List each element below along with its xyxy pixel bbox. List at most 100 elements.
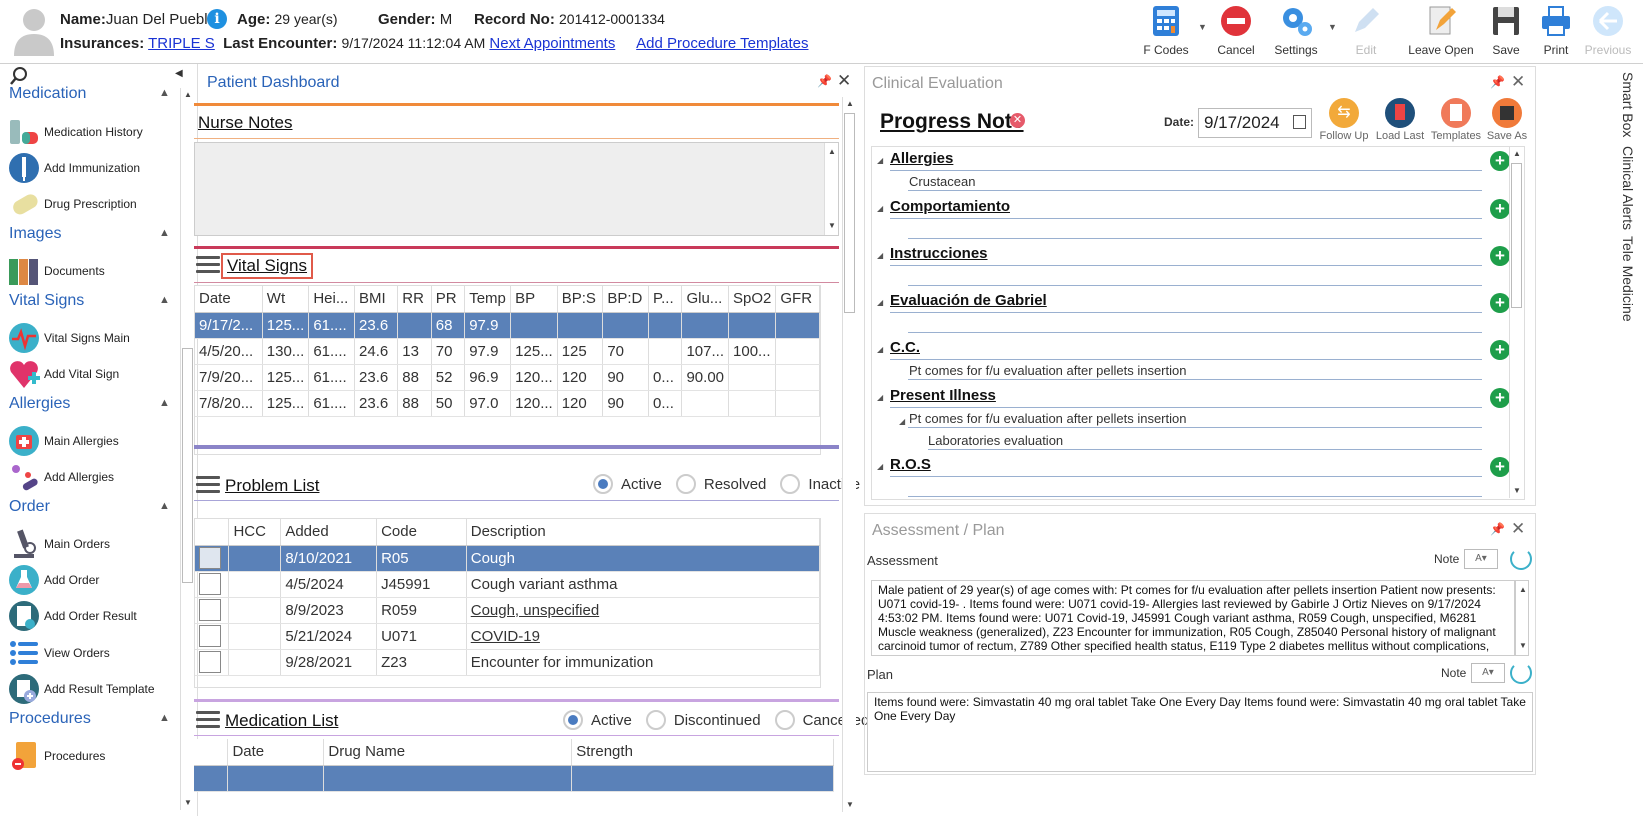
scroll-up-icon[interactable]: ▲	[825, 145, 839, 159]
sidebar-item-add-order-result[interactable]: Add Order Result	[8, 600, 178, 632]
pin-icon[interactable]: 📌	[1490, 522, 1505, 536]
sidebar-item-add-vital-sign[interactable]: Add Vital Sign	[8, 358, 178, 390]
vitals-menu-icon[interactable]	[196, 256, 220, 274]
sidebar-item-add-immunization[interactable]: Add Immunization	[8, 152, 178, 184]
scroll-thumb[interactable]	[1511, 163, 1522, 308]
add-ros-icon[interactable]: +	[1490, 457, 1510, 477]
problem-active-radio[interactable]: Active	[593, 474, 662, 494]
medication-list-menu-icon[interactable]	[196, 711, 220, 729]
scroll-up-icon[interactable]: ▲	[843, 97, 857, 111]
scroll-down-icon[interactable]: ▼	[1510, 484, 1524, 498]
previous-button[interactable]: Previous	[1575, 4, 1641, 57]
column-header[interactable]: Temp	[464, 286, 512, 313]
vital-signs-heading-box[interactable]: Vital Signs	[221, 253, 314, 279]
remove-note-icon[interactable]: ✕	[1010, 113, 1025, 128]
scroll-up-icon[interactable]: ▲	[181, 88, 195, 102]
scroll-down-icon[interactable]: ▼	[1516, 639, 1530, 653]
assessment-note-dropdown[interactable]: A▾	[1464, 549, 1498, 569]
column-header[interactable]: Hei...	[308, 286, 356, 313]
section-images[interactable]: Images ▲	[9, 225, 170, 243]
row-checkbox[interactable]	[195, 649, 230, 676]
sidebar-item-add-result-template[interactable]: Add Result Template	[8, 673, 178, 705]
row-checkbox[interactable]	[195, 571, 230, 598]
add-present-illness-icon[interactable]: +	[1490, 388, 1510, 408]
table-row[interactable]: 4/5/20... 130... 61.... 24.6 13 70 97.9 125... 1…	[195, 338, 820, 365]
date-picker[interactable]: 9/17/2024	[1198, 108, 1312, 138]
sidebar-item-main-allergies[interactable]: Main Allergies	[8, 425, 178, 457]
chevron-up-icon[interactable]: ▲	[159, 294, 170, 306]
medication-grid[interactable]: Date Drug Name Strength	[194, 739, 834, 814]
sidebar-item-documents[interactable]: Documents	[8, 255, 178, 287]
column-header[interactable]: SpO2	[728, 286, 777, 313]
scroll-up-icon[interactable]: ▲	[1516, 583, 1530, 597]
chevron-up-icon[interactable]: ▲	[159, 227, 170, 239]
cancel-button[interactable]: Cancel	[1203, 4, 1269, 57]
column-header[interactable]: Drug Name	[323, 739, 573, 766]
add-cc-icon[interactable]: +	[1490, 340, 1510, 360]
column-header[interactable]: RR	[397, 286, 432, 313]
add-allergies-icon[interactable]: +	[1490, 151, 1510, 171]
problem-resolved-radio[interactable]: Resolved	[675, 474, 766, 494]
problem-list-menu-icon[interactable]	[196, 476, 220, 494]
scroll-down-icon[interactable]: ▼	[181, 796, 195, 810]
sidebar-scrollbar[interactable]: ▲ ▼	[180, 88, 194, 810]
tab-clinical-alerts[interactable]: Clinical Alerts	[1620, 146, 1636, 230]
table-row[interactable]: 9/28/2021 Z23 Encounter for immunization	[195, 649, 820, 676]
plan-textarea[interactable]: Items found were: Simvastatin 40 mg oral…	[867, 692, 1533, 772]
sidebar-item-add-allergies[interactable]: Add Allergies	[8, 461, 178, 493]
section-procedures[interactable]: Procedures ▲	[9, 710, 170, 728]
add-procedure-templates-link[interactable]: Add Procedure Templates	[636, 35, 808, 52]
column-header[interactable]: Glu...	[681, 286, 730, 313]
row-checkbox[interactable]	[195, 545, 230, 572]
info-icon[interactable]: i	[207, 9, 227, 29]
column-header[interactable]: Description	[466, 519, 820, 546]
column-header[interactable]: Added	[280, 519, 378, 546]
pin-icon[interactable]: 📌	[1490, 75, 1505, 89]
table-row[interactable]: 4/5/2024 J45991 Cough variant asthma	[195, 571, 820, 598]
edit-button[interactable]: Edit	[1333, 4, 1399, 57]
calendar-icon[interactable]	[1293, 115, 1306, 129]
add-comportamiento-icon[interactable]: +	[1490, 199, 1510, 219]
close-icon[interactable]: ✕	[1511, 72, 1525, 92]
column-header[interactable]: BP:S	[557, 286, 604, 313]
table-row[interactable]: 8/10/2021 R05 Cough	[195, 545, 820, 572]
column-header[interactable]	[195, 519, 230, 546]
sidebar-item-add-order[interactable]: Add Order	[8, 564, 178, 596]
tab-tele-medicine[interactable]: Tele Medicine	[1620, 236, 1636, 322]
search-icon[interactable]	[9, 66, 29, 86]
chevron-up-icon[interactable]: ▲	[159, 712, 170, 724]
column-header[interactable]: PR	[431, 286, 466, 313]
column-header[interactable]: Date	[195, 286, 263, 313]
table-row[interactable]: 8/9/2023 R059 Cough, unspecified	[195, 597, 820, 624]
insurance-link[interactable]: TRIPLE S	[148, 35, 215, 52]
leave-open-button[interactable]: Leave Open	[1403, 4, 1479, 57]
column-header[interactable]: GFR	[775, 286, 820, 313]
chevron-up-icon[interactable]: ▲	[159, 500, 170, 512]
column-header[interactable]: Wt	[262, 286, 310, 313]
scroll-down-icon[interactable]: ▼	[843, 798, 857, 812]
sidebar-item-drug-prescription[interactable]: Drug Prescription	[8, 188, 178, 220]
sidebar-item-main-orders[interactable]: Main Orders	[8, 528, 178, 560]
table-row[interactable]: 7/9/20... 125... 61.... 23.6 88 52 96.9 120... 1…	[195, 364, 820, 391]
column-header[interactable]: BP:D	[602, 286, 650, 313]
tab-smart-box[interactable]: Smart Box	[1620, 72, 1636, 137]
column-header[interactable]	[194, 739, 229, 766]
sidebar-item-view-orders[interactable]: View Orders	[8, 637, 178, 669]
sidebar-item-medication-history[interactable]: Medication History	[8, 116, 178, 148]
dashboard-scrollbar[interactable]: ▲ ▼	[842, 97, 856, 812]
column-header[interactable]: P...	[648, 286, 683, 313]
settings-button[interactable]: Settings	[1263, 4, 1329, 57]
templates-button[interactable]: Templates	[1428, 98, 1484, 142]
column-header[interactable]: BP	[510, 286, 558, 313]
column-header[interactable]: Code	[376, 519, 467, 546]
scroll-down-icon[interactable]: ▼	[825, 219, 839, 233]
column-header[interactable]: Date	[227, 739, 325, 766]
table-row[interactable]: 9/17/2... 125... 61.... 23.6 68 97.9	[195, 312, 820, 339]
section-medication[interactable]: Medication ▲	[9, 85, 170, 103]
next-appointments-link[interactable]: Next Appointments	[489, 35, 615, 52]
table-row[interactable]: 5/21/2024 U071 COVID-19	[195, 623, 820, 650]
section-allergies[interactable]: Allergies ▲	[9, 395, 170, 413]
column-header[interactable]: HCC	[228, 519, 282, 546]
load-last-button[interactable]: Load Last	[1372, 98, 1428, 142]
column-header[interactable]: BMI	[354, 286, 399, 313]
